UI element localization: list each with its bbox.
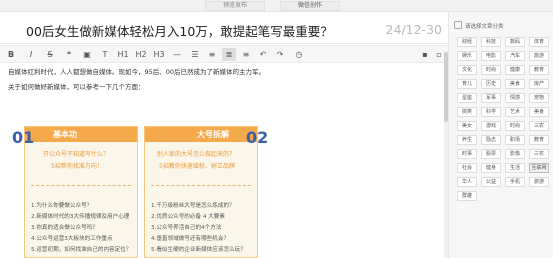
category-tag[interactable]: 军事	[481, 93, 501, 103]
category-tag[interactable]: 手机	[505, 177, 525, 187]
panel-header: 基本功	[25, 127, 137, 142]
category-tag[interactable]: 股票	[481, 149, 501, 159]
category-tag[interactable]: 健康	[505, 65, 525, 75]
section-number-02: 02	[246, 128, 269, 147]
panel-header-title: 基本功	[53, 130, 77, 139]
category-tag[interactable]: 时事	[457, 149, 477, 159]
category-tag[interactable]: 美女	[457, 121, 477, 131]
article-title[interactable]: 00后女生做新媒体轻松月入10万，敢提起笔写最重要？	[26, 21, 333, 40]
category-tag[interactable]: 时尚	[481, 65, 501, 75]
category-tag[interactable]: 影像	[505, 149, 525, 159]
category-tag[interactable]: 体育	[529, 37, 549, 47]
preview-publish-button[interactable]: 预览发布	[205, 1, 265, 11]
panel-header-title: 大号拆解	[197, 130, 229, 139]
infographic-image: 基本功 开公众号不知道写什么？ 5招帮你找准方向！ 1.为什么你要做公众号？ 2…	[12, 118, 268, 258]
category-tag[interactable]: 房产	[529, 79, 549, 89]
category-tag[interactable]: 群雄	[457, 191, 477, 201]
history-icon[interactable]: ◷	[292, 48, 306, 61]
category-tag[interactable]: 教育	[529, 135, 549, 145]
category-tag[interactable]: 美食	[529, 107, 549, 117]
category-tag[interactable]: 生活	[505, 163, 525, 173]
category-tag[interactable]: 星座	[457, 93, 477, 103]
panel-list: 1.为什么你要做公众号？ 2.新媒体时代的3大传播规律及用户心理 3.你真的适合…	[31, 203, 132, 253]
bold-button[interactable]: B	[4, 48, 18, 61]
category-tag[interactable]: 科技	[481, 37, 501, 47]
category-tag[interactable]: 华人	[457, 177, 477, 187]
editor-content[interactable]: 自媒体红利时代，人人都想做自媒体。现如今，95后、00后已然成为了新媒体的主力军…	[8, 68, 438, 92]
list-icon[interactable]: ☰	[188, 48, 202, 61]
section-number-01: 01	[12, 128, 35, 147]
undo-icon[interactable]: ↶	[256, 48, 270, 61]
paragraph-1: 自媒体红利时代，人人都想做自媒体。现如今，95后、00后已然成为了新媒体的主力军…	[8, 68, 266, 76]
horizontal-rule-icon[interactable]: —	[170, 48, 184, 61]
divider	[31, 185, 131, 186]
category-sidebar: 请选择文章分类 财经 科技 数码 体育 娱乐 电影 汽车 旅游 文化 时尚 健康 教育 育儿 历史 美食 房产…	[448, 12, 553, 258]
category-tag[interactable]: 三农	[529, 149, 549, 159]
category-tag[interactable]: 搞笑	[457, 107, 477, 117]
category-tag[interactable]: 旅游	[529, 177, 549, 187]
category-tag[interactable]: 时尚	[505, 121, 525, 131]
category-tag[interactable]: 电影	[481, 51, 501, 61]
format-toolbar: B I S ❝ ▣ T H1 H2 H3 — ☰ ≡ ≣ ≡ ↶ ↷ ◷ ▪ ▫	[0, 45, 448, 63]
category-icon	[454, 21, 462, 29]
save-icon[interactable]: ▪	[418, 48, 432, 61]
panel-question: 开公众号不知道写什么？	[43, 151, 110, 158]
category-tag[interactable]: 互联网	[529, 163, 549, 173]
category-tag[interactable]: 情感	[505, 93, 525, 103]
category-tag[interactable]: 社会	[457, 163, 477, 173]
panel-question: 别人家的大号怎么做起来的？	[157, 151, 236, 158]
h1-button[interactable]: H1	[116, 48, 130, 61]
category-tag[interactable]: 健身	[481, 163, 501, 173]
category-tag[interactable]: 艺术	[505, 107, 525, 117]
basic-skills-panel: 基本功 开公众号不知道写什么？ 5招帮你找准方向！ 1.为什么你要做公众号？ 2…	[24, 126, 138, 258]
category-tag[interactable]: 教育	[529, 65, 549, 75]
category-tag[interactable]: 游戏	[481, 121, 501, 131]
editor-area: 00后女生做新媒体轻松月入10万，敢提起笔写最重要？ 24/12-30 B I …	[0, 12, 448, 258]
divider	[151, 185, 251, 186]
italic-button[interactable]: I	[24, 48, 38, 61]
category-tag[interactable]: 励志	[481, 135, 501, 145]
category-tag[interactable]: 数码	[505, 37, 525, 47]
align-left-icon[interactable]: ≡	[205, 48, 219, 61]
category-tag[interactable]: 美食	[505, 79, 525, 89]
panel-header: 大号拆解	[145, 127, 257, 142]
wechat-create-button[interactable]: 微信创作	[280, 1, 340, 11]
category-tag[interactable]: 文化	[457, 65, 477, 75]
category-header: 请选择文章分类	[465, 24, 504, 30]
strikethrough-button[interactable]: S	[43, 48, 57, 61]
image-icon[interactable]: ▣	[80, 48, 94, 61]
align-right-icon[interactable]: ≡	[239, 48, 253, 61]
top-bar: 预览发布 微信创作	[0, 0, 553, 12]
category-tag[interactable]: 职场	[505, 135, 525, 145]
redo-icon[interactable]: ↷	[273, 48, 287, 61]
panel-subtitle: 5招帮你找准方向！	[51, 163, 103, 170]
quote-icon[interactable]: ❝	[62, 48, 76, 61]
panel-list: 1.千万级粉丝大号是怎么炼成的？ 2.优质公众号的必备 4 大要素 3.公众号养…	[151, 203, 246, 253]
category-tag[interactable]: 娱乐	[457, 51, 477, 61]
category-tag[interactable]: 财经	[457, 37, 477, 47]
article-date: 24/12-30	[385, 22, 442, 37]
category-tag[interactable]: 旅游	[529, 51, 549, 61]
account-analysis-panel: 大号拆解 别人家的大号怎么做起来的？ 5招教你快速增粉、树立品牌 1.千万级粉丝…	[144, 126, 258, 258]
panel-subtitle: 5招教你快速增粉、树立品牌	[159, 163, 235, 170]
category-tag[interactable]: 科学	[481, 107, 501, 117]
h3-button[interactable]: H3	[152, 48, 166, 61]
category-tag[interactable]: 宠物	[529, 93, 549, 103]
category-tag[interactable]: 历史	[481, 79, 501, 89]
align-center-icon[interactable]: ≣	[222, 48, 236, 61]
category-tag[interactable]: 育儿	[457, 79, 477, 89]
title-bar: 00后女生做新媒体轻松月入10万，敢提起笔写最重要？ 24/12-30	[0, 12, 448, 44]
text-button[interactable]: T	[98, 48, 112, 61]
category-tag[interactable]: 三农	[529, 121, 549, 131]
category-tag[interactable]: 养生	[457, 135, 477, 145]
category-tag[interactable]: 公益	[481, 177, 501, 187]
paragraph-2: 关于如何做好新媒体，可以参考一下几个方面：	[8, 83, 145, 91]
category-tag[interactable]: 汽车	[505, 51, 525, 61]
h2-button[interactable]: H2	[134, 48, 148, 61]
